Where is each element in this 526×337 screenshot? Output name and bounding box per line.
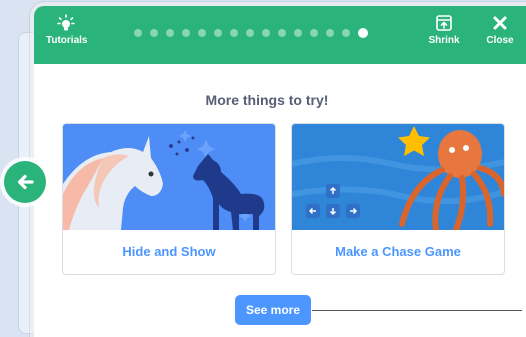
hide-and-show-thumbnail bbox=[63, 124, 275, 230]
tutorial-stage: Tutorials Shrink Close More things to tr… bbox=[0, 0, 526, 337]
close-button[interactable]: Close bbox=[480, 14, 520, 46]
progress-dots bbox=[134, 28, 368, 39]
tutorial-card-make-a-chase-game[interactable]: Make a Chase Game bbox=[291, 123, 505, 275]
progress-dot[interactable] bbox=[342, 29, 350, 37]
progress-dot[interactable] bbox=[294, 29, 302, 37]
progress-dot-current[interactable] bbox=[358, 28, 368, 38]
progress-dot[interactable] bbox=[246, 29, 254, 37]
progress-dot[interactable] bbox=[214, 29, 222, 37]
see-more-button[interactable]: See more bbox=[235, 295, 311, 325]
progress-dot[interactable] bbox=[262, 29, 270, 37]
close-label: Close bbox=[486, 35, 514, 46]
tutorials-button[interactable]: Tutorials bbox=[46, 14, 88, 46]
close-icon bbox=[480, 14, 520, 32]
tutorials-label: Tutorials bbox=[46, 35, 88, 46]
tutorial-header: Tutorials Shrink Close bbox=[34, 6, 526, 64]
card-label-make-a-chase-game: Make a Chase Game bbox=[335, 244, 461, 259]
page-title: More things to try! bbox=[205, 92, 329, 108]
progress-dot[interactable] bbox=[150, 29, 158, 37]
progress-dot[interactable] bbox=[310, 29, 318, 37]
shrink-icon bbox=[424, 14, 464, 32]
tutorial-modal: Tutorials Shrink Close More things to tr… bbox=[34, 6, 526, 337]
progress-dot[interactable] bbox=[278, 29, 286, 37]
tutorial-card-hide-and-show[interactable]: Hide and Show bbox=[62, 123, 276, 275]
previous-step-button[interactable] bbox=[4, 161, 46, 203]
progress-dot[interactable] bbox=[182, 29, 190, 37]
chase-game-thumbnail bbox=[292, 124, 504, 233]
progress-dot[interactable] bbox=[166, 29, 174, 37]
progress-dot[interactable] bbox=[326, 29, 334, 37]
lightbulb-icon bbox=[46, 14, 86, 32]
connector-line bbox=[312, 310, 522, 311]
progress-dot[interactable] bbox=[198, 29, 206, 37]
progress-dot[interactable] bbox=[230, 29, 238, 37]
progress-dot[interactable] bbox=[134, 29, 142, 37]
shrink-button[interactable]: Shrink bbox=[424, 14, 464, 46]
card-label-hide-and-show: Hide and Show bbox=[122, 244, 216, 259]
shrink-label: Shrink bbox=[428, 35, 460, 46]
